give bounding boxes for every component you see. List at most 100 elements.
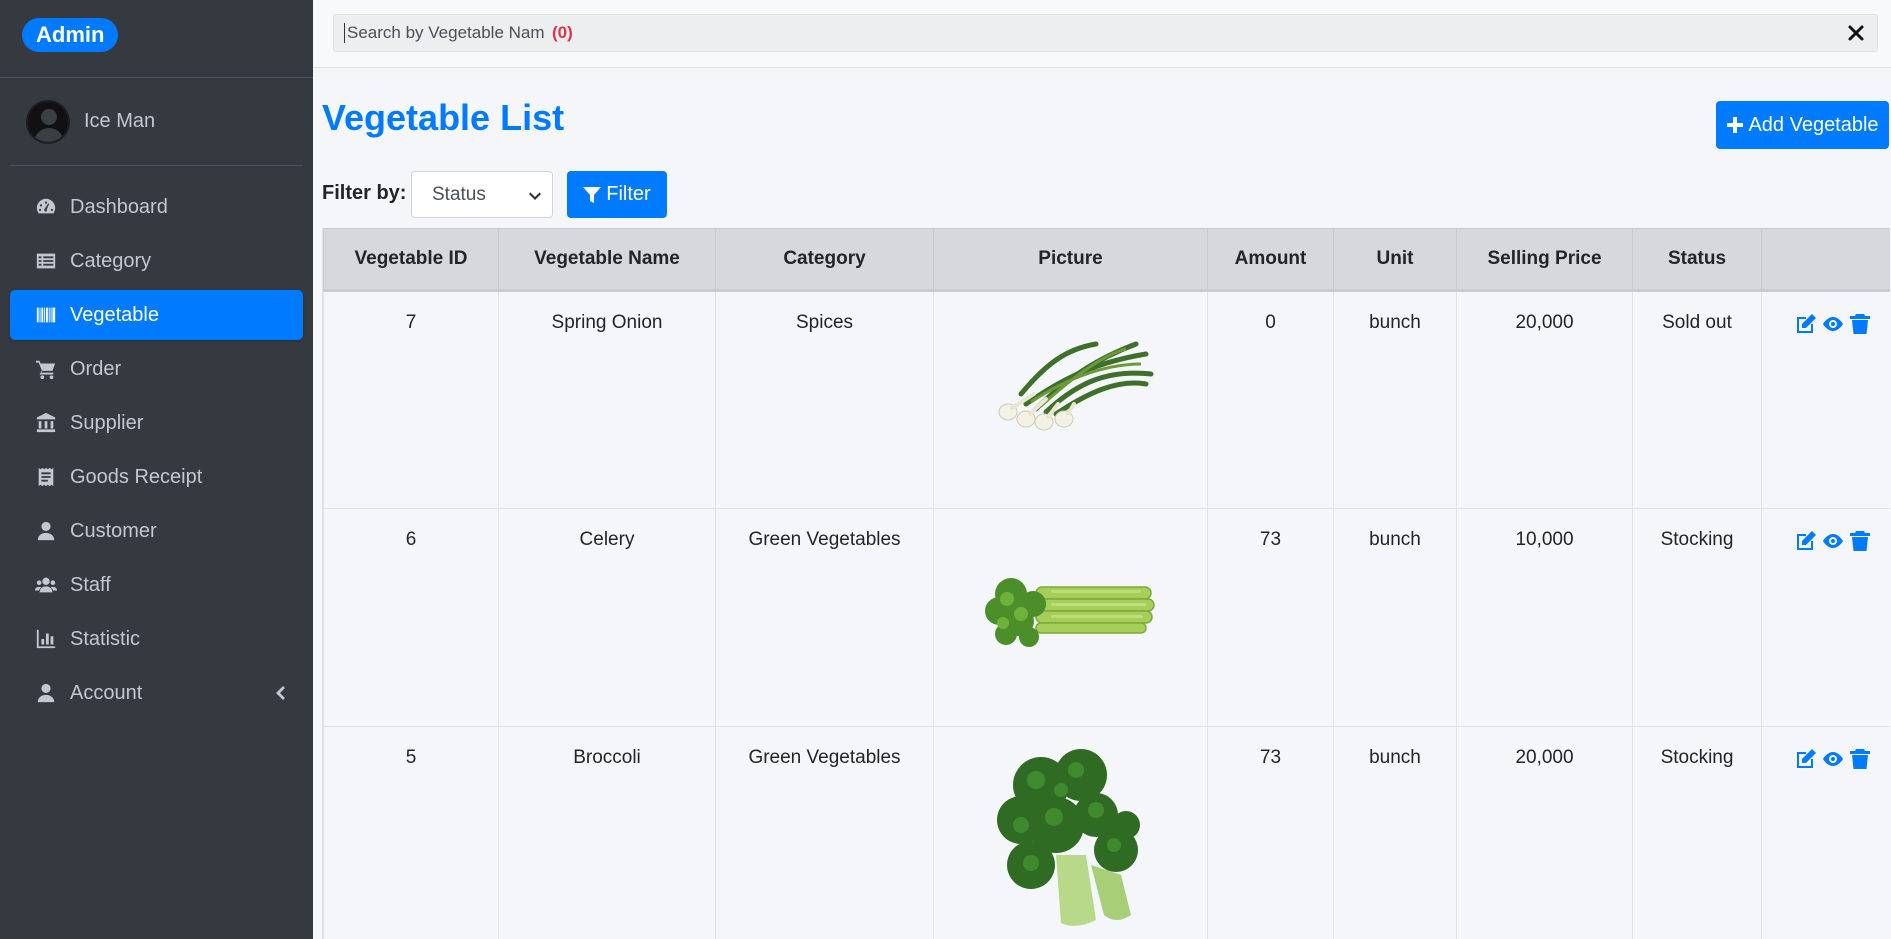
trash-icon[interactable] [1848, 312, 1872, 336]
column-header [1761, 228, 1890, 292]
eye-icon[interactable] [1821, 529, 1845, 553]
column-header[interactable]: Vegetable Name [498, 228, 716, 292]
sidebar-nav: Dashboard Category Vegetable Order Suppl… [0, 182, 313, 718]
sidebar-item-label: Goods Receipt [70, 465, 203, 488]
sidebar-item-label: Dashboard [70, 195, 168, 218]
trash-icon[interactable] [1848, 747, 1872, 771]
column-header[interactable]: Amount [1207, 228, 1334, 292]
vegetable-id: 6 [323, 508, 499, 727]
row-actions [1761, 726, 1890, 939]
sidebar-item-label: Account [70, 681, 143, 704]
sidebar-item-label: Customer [70, 519, 157, 542]
funnel-icon [583, 186, 602, 203]
users-icon [34, 573, 58, 597]
chart-icon [34, 627, 58, 651]
edit-icon[interactable] [1794, 529, 1818, 553]
column-header[interactable]: Status [1632, 228, 1762, 292]
add-vegetable-button[interactable]: Add Vegetable [1716, 101, 1889, 149]
sidebar-item-customer[interactable]: Customer [10, 506, 303, 556]
sidebar: Admin Ice Man Dashboard Category Vegetab… [0, 0, 313, 939]
page-title: Vegetable List [322, 97, 565, 138]
cart-icon [34, 357, 58, 381]
topbar: (0) [313, 0, 1891, 68]
vegetable-category: Spices [715, 290, 934, 509]
vegetable-category: Green Vegetables [715, 508, 934, 727]
sidebar-item-goods-receipt[interactable]: Goods Receipt [10, 452, 303, 502]
column-header[interactable]: Picture [933, 228, 1208, 292]
vegetable-amount: 73 [1207, 508, 1334, 727]
eye-icon[interactable] [1821, 312, 1845, 336]
vegetable-name: Celery [498, 508, 716, 727]
vegetable-picture-cell [933, 290, 1208, 509]
table-header-row: Vegetable ID Vegetable Name Category Pic… [323, 228, 1890, 292]
column-header[interactable]: Vegetable ID [323, 228, 499, 292]
avatar [26, 99, 70, 144]
brand: Admin [0, 0, 313, 78]
sidebar-item-staff[interactable]: Staff [10, 560, 303, 610]
list-icon [34, 249, 58, 273]
filter-button-label: Filter [606, 183, 651, 205]
edit-icon[interactable] [1794, 312, 1818, 336]
vegetable-category: Green Vegetables [715, 726, 934, 939]
sidebar-item-label: Statistic [70, 627, 141, 650]
filter-button[interactable]: Filter [567, 171, 667, 218]
vegetable-picture-cell [933, 726, 1208, 939]
vegetable-name: Broccoli [498, 726, 716, 939]
edit-icon[interactable] [1794, 747, 1818, 771]
sidebar-item-label: Order [70, 357, 122, 380]
search-result-count: (0) [552, 23, 573, 42]
vegetable-price: 10,000 [1456, 508, 1633, 727]
vegetable-picture-cell [933, 508, 1208, 727]
column-header[interactable]: Category [715, 228, 934, 292]
status-filter-value: Status [432, 183, 486, 205]
user-name[interactable]: Ice Man [84, 110, 155, 133]
vegetable-status: Stocking [1632, 508, 1762, 727]
vegetable-price: 20,000 [1456, 726, 1633, 939]
vegetable-unit: bunch [1333, 726, 1457, 939]
barcode-icon [34, 303, 58, 327]
sidebar-item-account[interactable]: Account [10, 668, 303, 718]
sidebar-item-vegetable[interactable]: Vegetable [10, 290, 303, 340]
add-vegetable-label: Add Vegetable [1748, 113, 1879, 136]
table-row: 6 Celery Green Vegetables 73 bunch 10,00… [323, 508, 1890, 727]
close-icon[interactable] [1845, 22, 1867, 44]
eye-icon[interactable] [1821, 747, 1845, 771]
row-actions [1761, 290, 1890, 509]
spring-onion-image [998, 341, 1153, 431]
row-actions [1761, 508, 1890, 727]
vegetable-status: Sold out [1632, 290, 1762, 509]
vegetable-table: Vegetable ID Vegetable Name Category Pic… [323, 228, 1890, 939]
user-panel[interactable]: Ice Man [10, 78, 303, 166]
brand-logo[interactable]: Admin [22, 18, 119, 52]
sidebar-item-dashboard[interactable]: Dashboard [10, 182, 303, 232]
status-filter-select[interactable]: Status [411, 171, 553, 218]
plus-icon [1727, 117, 1744, 133]
vegetable-unit: bunch [1333, 290, 1457, 509]
sidebar-item-order[interactable]: Order [10, 344, 303, 394]
column-header[interactable]: Selling Price [1456, 228, 1633, 292]
vegetable-status: Stocking [1632, 726, 1762, 939]
search-input[interactable] [344, 23, 544, 43]
sidebar-item-label: Staff [70, 573, 111, 596]
chevron-left-icon[interactable] [273, 683, 287, 703]
chevron-down-icon [528, 188, 542, 202]
sidebar-item-supplier[interactable]: Supplier [10, 398, 303, 448]
search-bar: (0) [333, 14, 1878, 52]
sidebar-item-category[interactable]: Category [10, 236, 303, 286]
table-row: 5 Broccoli Green Vegetables 73 bunch 20,… [323, 726, 1890, 939]
column-header[interactable]: Unit [1333, 228, 1457, 292]
trash-icon[interactable] [1848, 529, 1872, 553]
bank-icon [34, 411, 58, 435]
sidebar-item-statistic[interactable]: Statistic [10, 614, 303, 664]
broccoli-image [996, 749, 1140, 926]
vegetable-table-container: Vegetable ID Vegetable Name Category Pic… [322, 228, 1890, 939]
sidebar-item-label: Supplier [70, 411, 144, 434]
vegetable-price: 20,000 [1456, 290, 1633, 509]
sidebar-item-label: Category [70, 249, 152, 272]
vegetable-id: 7 [323, 290, 499, 509]
table-row: 7 Spring Onion Spices 0 bunch 20,000 Sol… [323, 290, 1890, 509]
vegetable-amount: 73 [1207, 726, 1334, 939]
vegetable-unit: bunch [1333, 508, 1457, 727]
vegetable-id: 5 [323, 726, 499, 939]
vegetable-name: Spring Onion [498, 290, 716, 509]
